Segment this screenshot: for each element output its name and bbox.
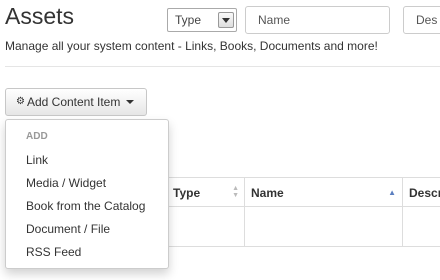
page-subtitle: Manage all your system content - Links, …	[5, 39, 378, 53]
description-filter-input[interactable]	[403, 6, 440, 34]
add-content-item-label: Add Content Item	[26, 95, 121, 109]
menu-item-link[interactable]: Link	[26, 153, 48, 167]
divider	[5, 66, 440, 67]
column-header-description-label: Descr	[409, 186, 440, 200]
type-filter-select[interactable]: Type	[167, 8, 237, 32]
column-header-name-label: Name	[251, 186, 284, 200]
cell-divider	[402, 207, 403, 247]
menu-item-rss-feed[interactable]: RSS Feed	[26, 245, 81, 259]
column-header-type[interactable]: Type ▲ ▼	[168, 178, 243, 208]
column-header-name[interactable]: Name ▲	[244, 178, 401, 208]
menu-item-media-widget[interactable]: Media / Widget	[26, 176, 106, 190]
menu-item-document-file[interactable]: Document / File	[26, 222, 110, 236]
name-filter-input[interactable]	[245, 6, 390, 34]
select-arrow-icon	[218, 12, 234, 28]
type-filter-value: Type	[175, 13, 202, 27]
gear-icon: ⚙	[16, 96, 25, 107]
sort-both-icon: ▲ ▼	[232, 185, 239, 199]
sort-ascending-icon: ▲	[388, 188, 396, 197]
cell-divider	[244, 207, 245, 247]
column-header-type-label: Type	[173, 186, 201, 200]
add-content-dropdown-menu: ADD Link Media / Widget Book from the Ca…	[5, 119, 169, 269]
dropdown-header: ADD	[26, 131, 48, 142]
add-content-item-button[interactable]: ⚙ Add Content Item	[5, 88, 147, 116]
menu-item-book-from-catalog[interactable]: Book from the Catalog	[26, 199, 145, 213]
page-title: Assets	[5, 3, 75, 29]
caret-down-icon	[126, 100, 135, 104]
column-header-description[interactable]: Descr	[402, 178, 440, 208]
